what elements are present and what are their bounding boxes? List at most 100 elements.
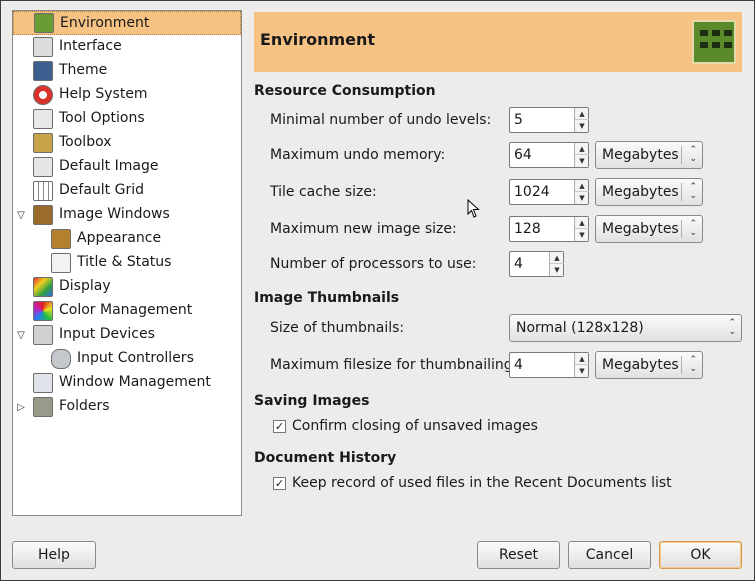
thumbnail-size-label: Size of thumbnails: — [270, 320, 405, 336]
tree-item-image-windows[interactable]: ▽ Image Windows — [13, 203, 241, 227]
thumbnail-size-combo[interactable]: Normal (128x128) ⌃ ⌄ — [509, 314, 742, 342]
expander-expanded-icon[interactable]: ▽ — [15, 209, 27, 221]
up-down-arrow-icon: ⌃ ⌄ — [689, 219, 697, 238]
tile-cache-spinbutton[interactable]: 1024 ▲ ▼ — [509, 179, 589, 205]
tree-item-tool-options[interactable]: Tool Options — [13, 107, 241, 131]
tree-item-toolbox[interactable]: Toolbox — [13, 131, 241, 155]
combo-separator — [681, 356, 682, 374]
tree-item-label: Default Grid — [59, 182, 144, 198]
spin-buttons: ▲ ▼ — [574, 353, 589, 377]
tree-item-theme[interactable]: Theme — [13, 59, 241, 83]
spin-down-icon[interactable]: ▼ — [575, 192, 589, 204]
new-image-size-spinbutton[interactable]: 128 ▲ ▼ — [509, 216, 589, 242]
spin-buttons: ▲ ▼ — [549, 252, 564, 276]
confirm-close-checkbox[interactable]: ✓ — [273, 420, 286, 433]
undo-memory-label: Maximum undo memory: — [270, 147, 446, 163]
expander-collapsed-icon[interactable]: ▷ — [15, 401, 27, 413]
tree-item-label: Input Controllers — [77, 350, 194, 366]
undo-memory-unit-combo[interactable]: Megabytes ⌃ ⌄ — [595, 141, 703, 169]
spin-buttons: ▲ ▼ — [574, 108, 589, 132]
tree-item-label: Environment — [60, 15, 150, 31]
chip-cell — [724, 30, 732, 36]
spin-up-icon[interactable]: ▲ — [575, 217, 589, 229]
tile-cache-unit-combo[interactable]: Megabytes ⌃ ⌄ — [595, 178, 703, 206]
chip-cell — [712, 42, 720, 48]
spin-down-icon[interactable]: ▼ — [550, 264, 564, 276]
tree-item-label: Appearance — [77, 230, 162, 246]
tree-item-default-grid[interactable]: Default Grid — [13, 179, 241, 203]
tree-item-label: Help System — [59, 86, 148, 102]
tree-item-label: Display — [59, 278, 111, 294]
new-image-icon — [33, 157, 53, 177]
processors-spinbutton[interactable]: 4 ▲ ▼ — [509, 251, 564, 277]
spin-down-icon[interactable]: ▼ — [575, 365, 589, 377]
color-wheel-icon — [33, 301, 53, 321]
tree-item-label: Color Management — [59, 302, 193, 318]
spin-up-icon[interactable]: ▲ — [575, 108, 589, 120]
spin-up-icon[interactable]: ▲ — [575, 180, 589, 192]
tree-item-display[interactable]: Display — [13, 275, 241, 299]
undo-memory-spinbutton[interactable]: 64 ▲ ▼ — [509, 142, 589, 168]
section-image-thumbnails: Image Thumbnails — [254, 290, 400, 306]
thumbnail-filesize-unit-combo[interactable]: Megabytes ⌃ ⌄ — [595, 351, 703, 379]
ok-button-label: OK — [690, 547, 711, 563]
tree-item-color-management[interactable]: Color Management — [13, 299, 241, 323]
spin-up-icon[interactable]: ▲ — [575, 143, 589, 155]
expander-expanded-icon[interactable]: ▽ — [15, 329, 27, 341]
reset-button-label: Reset — [498, 547, 539, 563]
mouse-cursor-icon — [467, 199, 480, 218]
chip-cell — [700, 30, 708, 36]
windows-icon — [33, 373, 53, 393]
image-window-icon — [33, 205, 53, 225]
tree-item-interface[interactable]: Interface — [13, 35, 241, 59]
tree-item-environment[interactable]: Environment — [13, 11, 241, 35]
keep-history-label[interactable]: Keep record of used files in the Recent … — [292, 475, 672, 491]
memory-chip-icon — [692, 20, 736, 64]
tree-item-input-controllers[interactable]: Input Controllers — [13, 347, 241, 371]
tree-item-label: Title & Status — [77, 254, 172, 270]
grid-icon — [33, 181, 53, 201]
section-resource-consumption: Resource Consumption — [254, 83, 436, 99]
help-button-label: Help — [38, 547, 70, 563]
tree-item-label: Default Image — [59, 158, 159, 174]
appearance-icon — [51, 229, 71, 249]
keep-history-checkbox[interactable]: ✓ — [273, 477, 286, 490]
combo-value: Megabytes — [602, 184, 679, 200]
new-image-size-label: Maximum new image size: — [270, 221, 457, 237]
tree-item-label: Folders — [59, 398, 110, 414]
spin-down-icon[interactable]: ▼ — [575, 120, 589, 132]
window-icon — [33, 37, 53, 57]
tree-item-appearance[interactable]: Appearance — [13, 227, 241, 251]
spin-down-icon[interactable]: ▼ — [575, 229, 589, 241]
reset-button[interactable]: Reset — [477, 541, 560, 569]
tree-item-window-management[interactable]: Window Management — [13, 371, 241, 395]
theme-icon — [33, 61, 53, 81]
cancel-button[interactable]: Cancel — [568, 541, 651, 569]
spin-value: 64 — [514, 147, 532, 163]
tree-item-label: Toolbox — [59, 134, 112, 150]
spin-down-icon[interactable]: ▼ — [575, 155, 589, 167]
preferences-category-tree[interactable]: Environment Interface Theme Help System … — [12, 10, 242, 516]
undo-levels-spinbutton[interactable]: 5 ▲ ▼ — [509, 107, 589, 133]
tree-item-label: Input Devices — [59, 326, 155, 342]
combo-separator — [681, 183, 682, 201]
keyboard-icon — [33, 325, 53, 345]
tree-item-input-devices[interactable]: ▽ Input Devices — [13, 323, 241, 347]
confirm-close-label[interactable]: Confirm closing of unsaved images — [292, 418, 538, 434]
tree-item-folders[interactable]: ▷ Folders — [13, 395, 241, 419]
spin-up-icon[interactable]: ▲ — [575, 353, 589, 365]
up-down-arrow-icon: ⌃ ⌄ — [689, 182, 697, 201]
up-down-arrow-icon: ⌃ ⌄ — [728, 318, 736, 337]
toolbox-icon — [33, 133, 53, 153]
tree-item-title-status[interactable]: Title & Status — [13, 251, 241, 275]
help-button[interactable]: Help — [12, 541, 96, 569]
new-image-size-unit-combo[interactable]: Megabytes ⌃ ⌄ — [595, 215, 703, 243]
spin-up-icon[interactable]: ▲ — [550, 252, 564, 264]
ok-button[interactable]: OK — [659, 541, 742, 569]
tree-item-default-image[interactable]: Default Image — [13, 155, 241, 179]
thumbnail-filesize-spinbutton[interactable]: 4 ▲ ▼ — [509, 352, 589, 378]
spin-value: 128 — [514, 221, 541, 237]
cancel-button-label: Cancel — [585, 547, 634, 563]
tree-item-help-system[interactable]: Help System — [13, 83, 241, 107]
controller-icon — [51, 349, 71, 369]
